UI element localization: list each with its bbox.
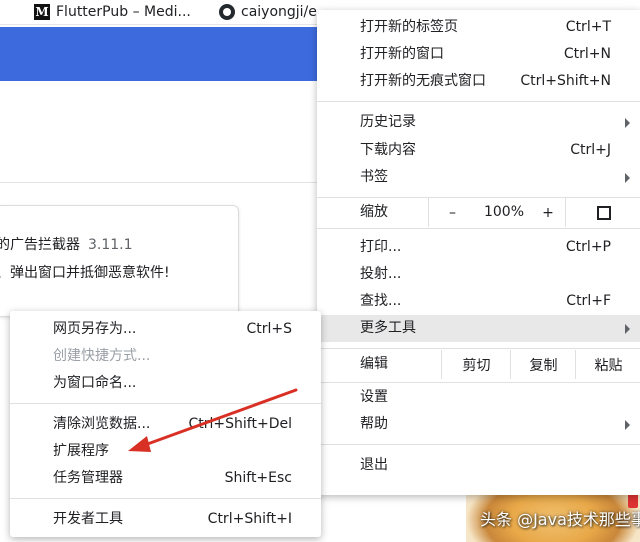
menu-label: 帮助: [360, 416, 388, 432]
menu-find[interactable]: 查找... Ctrl+F: [317, 288, 640, 315]
menu-separator: [317, 228, 640, 229]
menu-label: 投射...: [360, 266, 402, 282]
menu-label: 为窗口命名...: [53, 375, 137, 391]
menu-new-tab[interactable]: 打开新的标签页 Ctrl+T: [317, 14, 640, 41]
menu-print[interactable]: 打印... Ctrl+P: [317, 234, 640, 261]
menu-label: 创建快捷方式...: [53, 348, 151, 364]
menu-label: 打开新的标签页: [360, 19, 458, 35]
more-tools-submenu: 网页另存为... Ctrl+S 创建快捷方式... 为窗口命名... 清除浏览数…: [10, 311, 321, 537]
menu-label: 书签: [360, 169, 388, 185]
menu-separator: [10, 498, 321, 499]
menu-label: 更多工具: [360, 320, 416, 336]
menu-more-tools[interactable]: 更多工具: [317, 315, 640, 342]
menu-label: 设置: [360, 389, 388, 405]
menu-history[interactable]: 历史记录: [317, 109, 640, 136]
watermark: 头条 @Java技术那些事: [480, 510, 640, 529]
chevron-right-icon: [625, 173, 630, 183]
github-icon: [219, 4, 235, 20]
menu-label: 退出: [360, 457, 388, 473]
copy-label: 复制: [529, 357, 558, 374]
menu-shortcut: Ctrl+Shift+N: [520, 73, 611, 89]
extension-card: 的广告拦截器 3.11.1 、弹出窗口并抵御恶意软件!: [0, 205, 239, 317]
plus-icon: +: [542, 204, 554, 221]
chrome-main-menu: 打开新的标签页 Ctrl+T 打开新的窗口 Ctrl+N 打开新的无痕式窗口 C…: [317, 10, 640, 495]
paste-label: 粘贴: [594, 357, 623, 374]
chevron-right-icon: [625, 324, 630, 334]
copy-button[interactable]: 复制: [510, 350, 576, 379]
menu-label: 网页另存为...: [53, 321, 137, 337]
menu-separator: [317, 101, 640, 102]
menu-downloads[interactable]: 下载内容 Ctrl+J: [317, 137, 640, 164]
menu-label: 打开新的窗口: [360, 46, 444, 62]
menu-label: 开发者工具: [53, 511, 123, 527]
cut-button[interactable]: 剪切: [441, 350, 511, 379]
fullscreen-button[interactable]: [565, 198, 640, 227]
menu-label: 查找...: [360, 293, 402, 309]
menu-label: 历史记录: [360, 114, 416, 130]
menu-exit[interactable]: 退出: [317, 452, 640, 479]
submenu-developer-tools[interactable]: 开发者工具 Ctrl+Shift+I: [10, 506, 321, 533]
fullscreen-icon: [596, 205, 611, 220]
paste-button[interactable]: 粘贴: [575, 350, 640, 379]
medium-icon: M: [34, 4, 50, 20]
menu-shortcut: Shift+Esc: [224, 470, 292, 486]
menu-separator: [317, 348, 640, 349]
submenu-save-page[interactable]: 网页另存为... Ctrl+S: [10, 316, 321, 343]
submenu-clear-browsing-data[interactable]: 清除浏览数据... Ctrl+Shift+Del: [10, 411, 321, 438]
menu-bookmarks[interactable]: 书签: [317, 164, 640, 191]
menu-label: 打印...: [360, 239, 402, 255]
menu-shortcut: Ctrl+Shift+Del: [188, 416, 292, 432]
menu-help[interactable]: 帮助: [317, 411, 640, 438]
bookmark-github[interactable]: caiyongji/e: [219, 0, 317, 24]
zoom-out-button[interactable]: –: [428, 198, 476, 227]
menu-cast[interactable]: 投射...: [317, 261, 640, 288]
minus-icon: –: [449, 204, 456, 221]
menu-settings[interactable]: 设置: [317, 384, 640, 411]
submenu-create-shortcut: 创建快捷方式...: [10, 343, 321, 370]
edit-label: 编辑: [360, 356, 388, 372]
menu-separator: [317, 382, 640, 383]
cut-label: 剪切: [462, 357, 491, 374]
menu-shortcut: Ctrl+S: [246, 321, 292, 337]
divider: [0, 182, 360, 183]
zoom-label: 缩放: [360, 204, 388, 220]
zoom-level: 100%: [483, 204, 525, 220]
bookmark-flutterpub[interactable]: M FlutterPub – Medi...: [34, 0, 191, 24]
extension-description: 、弹出窗口并抵御恶意软件!: [0, 265, 170, 281]
menu-shortcut: Ctrl+F: [566, 293, 611, 309]
menu-edit-row: 编辑 剪切 复制 粘贴: [317, 350, 640, 379]
menu-separator: [317, 444, 640, 445]
menu-shortcut: Ctrl+P: [565, 239, 611, 255]
menu-label: 清除浏览数据...: [53, 416, 151, 432]
chevron-right-icon: [625, 118, 630, 128]
menu-new-incognito-window[interactable]: 打开新的无痕式窗口 Ctrl+Shift+N: [317, 68, 640, 95]
menu-shortcut: Ctrl+Shift+I: [207, 511, 292, 527]
chevron-right-icon: [625, 420, 630, 430]
menu-shortcut: Ctrl+N: [563, 46, 611, 62]
menu-shortcut: Ctrl+T: [565, 19, 611, 35]
menu-zoom-row: 缩放 – 100% +: [317, 198, 640, 227]
zoom-in-button[interactable]: +: [531, 198, 565, 227]
extension-name: 的广告拦截器: [0, 237, 80, 253]
extension-version: 3.11.1: [88, 237, 133, 253]
submenu-extensions[interactable]: 扩展程序: [10, 438, 321, 465]
submenu-name-window[interactable]: 为窗口命名...: [10, 370, 321, 397]
menu-shortcut: Ctrl+J: [570, 142, 611, 158]
bookmark-label: caiyongji/e: [241, 4, 317, 20]
menu-separator: [10, 403, 321, 404]
menu-new-window[interactable]: 打开新的窗口 Ctrl+N: [317, 41, 640, 68]
submenu-task-manager[interactable]: 任务管理器 Shift+Esc: [10, 465, 321, 492]
extension-title: 的广告拦截器 3.11.1: [0, 234, 133, 254]
menu-label: 任务管理器: [53, 470, 123, 486]
menu-label: 扩展程序: [53, 443, 109, 459]
bookmark-label: FlutterPub – Medi...: [56, 4, 191, 20]
menu-label: 下载内容: [360, 142, 416, 158]
menu-label: 打开新的无痕式窗口: [360, 73, 486, 89]
